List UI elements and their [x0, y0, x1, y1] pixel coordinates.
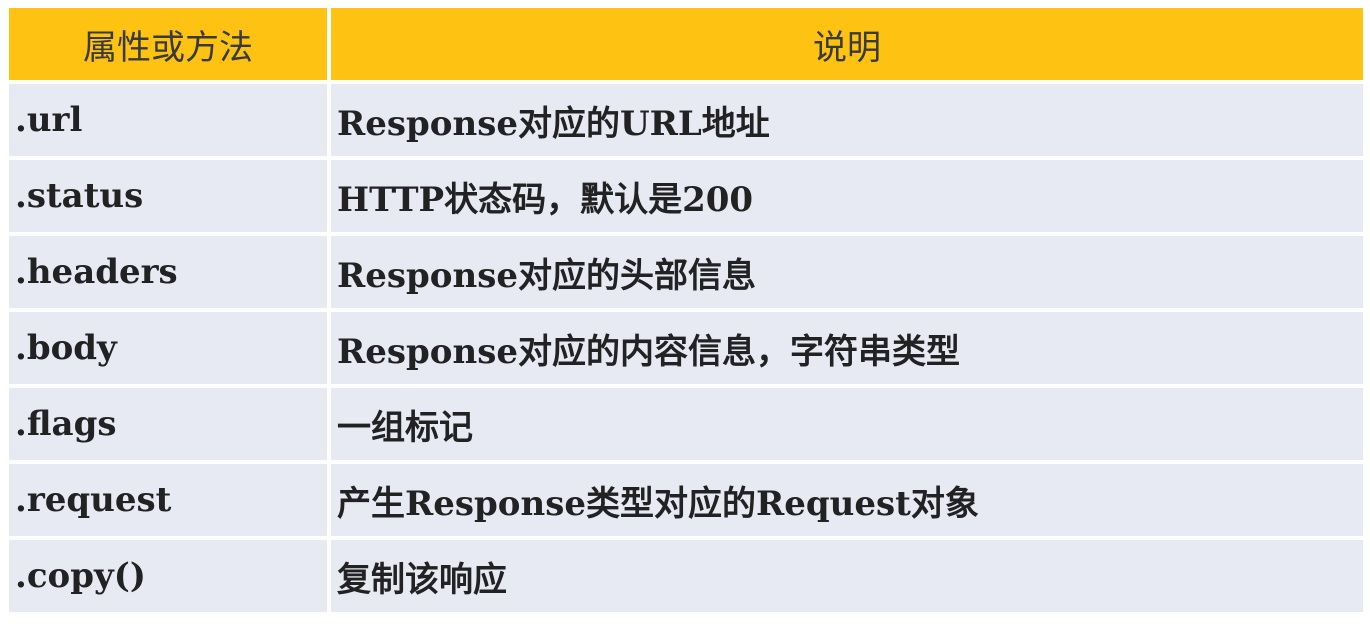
table-row: .url Response对应的URL地址: [9, 84, 1363, 156]
row-status-desc: HTTP状态码，默认是200: [331, 160, 1363, 232]
header-row: 属性或方法 说明: [9, 8, 1363, 80]
properties-table: 属性或方法 说明 .url Response对应的URL地址 .status H…: [5, 4, 1367, 616]
table-row: .status HTTP状态码，默认是200: [9, 160, 1363, 232]
row-flags-desc: 一组标记: [331, 388, 1363, 460]
row-headers-desc: Response对应的头部信息: [331, 236, 1363, 308]
table-row: .flags 一组标记: [9, 388, 1363, 460]
table-row: .body Response对应的内容信息，字符串类型: [9, 312, 1363, 384]
header-property-or-method: 属性或方法: [9, 8, 327, 80]
row-url-name: .url: [9, 84, 327, 156]
table-row: .request 产生Response类型对应的Request对象: [9, 464, 1363, 536]
row-body-desc: Response对应的内容信息，字符串类型: [331, 312, 1363, 384]
table-row: .headers Response对应的头部信息: [9, 236, 1363, 308]
table-row: .copy() 复制该响应: [9, 540, 1363, 612]
row-status-name: .status: [9, 160, 327, 232]
row-url-desc: Response对应的URL地址: [331, 84, 1363, 156]
row-request-name: .request: [9, 464, 327, 536]
row-flags-name: .flags: [9, 388, 327, 460]
slide-frame: 属性或方法 说明 .url Response对应的URL地址 .status H…: [0, 0, 1370, 628]
header-description: 说明: [331, 8, 1363, 80]
row-copy-name: .copy(): [9, 540, 327, 612]
row-copy-desc: 复制该响应: [331, 540, 1363, 612]
row-body-name: .body: [9, 312, 327, 384]
row-headers-name: .headers: [9, 236, 327, 308]
table-body: .url Response对应的URL地址 .status HTTP状态码，默认…: [9, 84, 1363, 612]
row-request-desc: 产生Response类型对应的Request对象: [331, 464, 1363, 536]
table-header: 属性或方法 说明: [9, 8, 1363, 80]
